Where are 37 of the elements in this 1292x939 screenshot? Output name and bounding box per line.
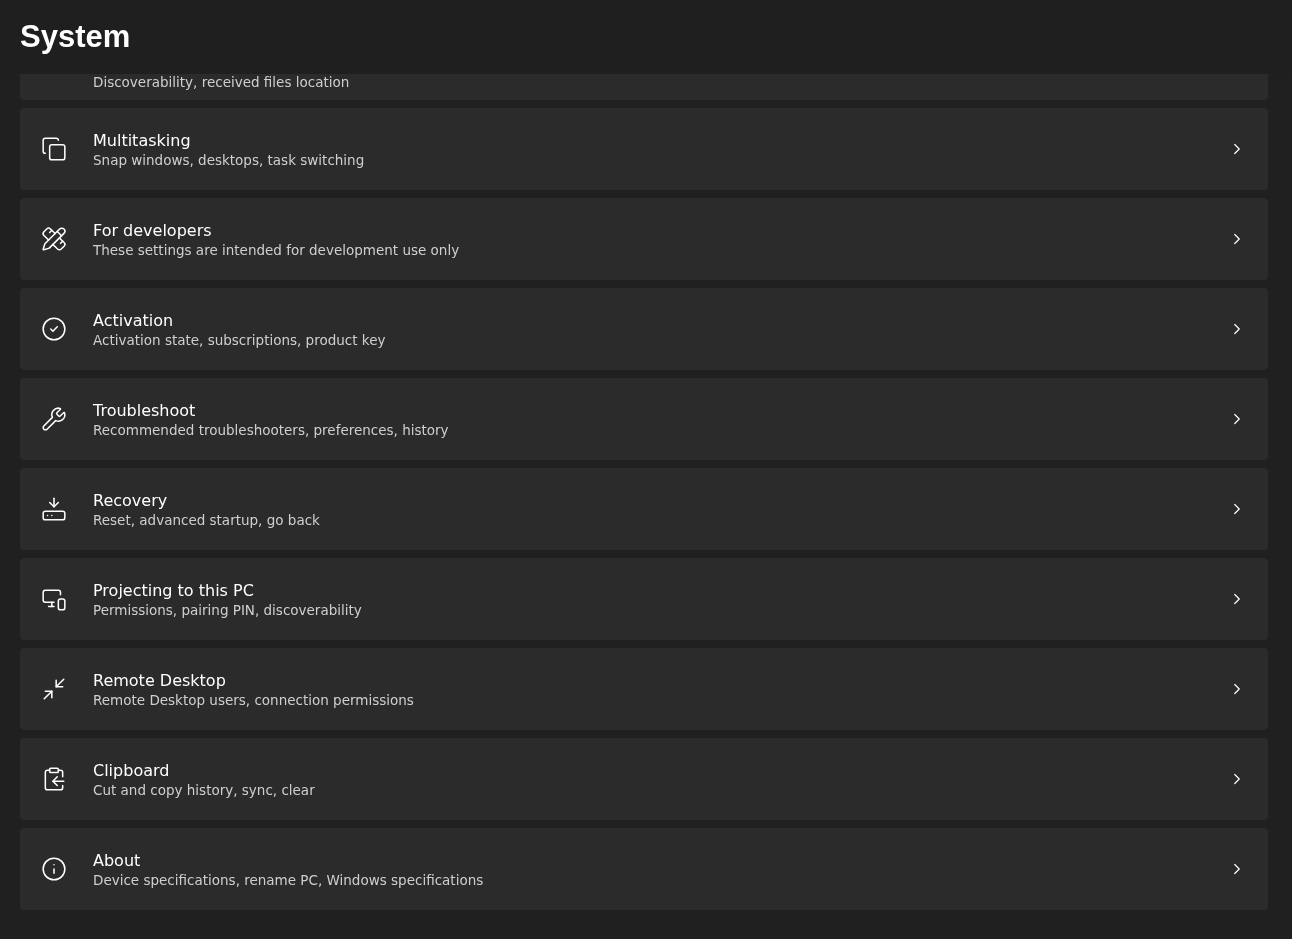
item-title: Projecting to this PC: [93, 580, 254, 600]
settings-card[interactable]: Clipboard Cut and copy history, sync, clear: [20, 738, 1268, 820]
settings-card[interactable]: Discoverability, received files location: [20, 74, 1268, 100]
settings-card[interactable]: Troubleshoot Recommended troubleshooters, preferences, history: [20, 378, 1268, 460]
item-title: For developers: [93, 220, 212, 240]
copy-icon: [41, 136, 67, 162]
item-subtitle: Activation state, subscriptions, product key: [93, 331, 386, 348]
item-title: Remote Desktop: [93, 670, 226, 690]
settings-card[interactable]: About Device specifications, rename PC, Windows specifications: [20, 828, 1268, 910]
item-title: Troubleshoot: [93, 400, 196, 420]
item-subtitle: Permissions, pairing PIN, discoverability: [93, 601, 362, 618]
settings-card[interactable]: Recovery Reset, advanced startup, go back: [20, 468, 1268, 550]
item-subtitle: Discoverability, received files location: [93, 74, 350, 90]
item-title: Activation: [93, 310, 174, 330]
settings-card[interactable]: Remote Desktop Remote Desktop users, connection permissions: [20, 648, 1268, 730]
item-subtitle: Remote Desktop users, connection permissions: [93, 691, 414, 708]
settings-card[interactable]: For developers These settings are intended for development use only: [20, 198, 1268, 280]
item-title: Recovery: [93, 490, 168, 510]
item-subtitle: Recommended troubleshooters, preferences, history: [93, 421, 449, 438]
item-subtitle: Device specifications, rename PC, Windows specifications: [93, 871, 484, 888]
item-title: Multitasking: [93, 130, 191, 150]
item-subtitle: Reset, advanced startup, go back: [93, 511, 320, 528]
info-icon: [41, 856, 67, 882]
drive-arrow-icon: [41, 496, 67, 522]
item-subtitle: These settings are intended for development use only: [93, 241, 460, 258]
tools-icon: [41, 226, 67, 252]
wrench-icon: [41, 406, 67, 432]
item-subtitle: Cut and copy history, sync, clear: [93, 781, 315, 798]
settings-card[interactable]: Activation Activation state, subscriptions, product key: [20, 288, 1268, 370]
settings-card[interactable]: Projecting to this PC Permissions, pairing PIN, discoverability: [20, 558, 1268, 640]
item-subtitle: Snap windows, desktops, task switching: [93, 151, 365, 168]
page-title: System: [20, 19, 131, 55]
arrows-icon: [41, 676, 67, 702]
item-title: Clipboard: [93, 760, 170, 780]
item-title: About: [93, 850, 141, 870]
settings-card[interactable]: Multitasking Snap windows, desktops, task switching: [20, 108, 1268, 190]
check-circle-icon: [41, 316, 67, 342]
